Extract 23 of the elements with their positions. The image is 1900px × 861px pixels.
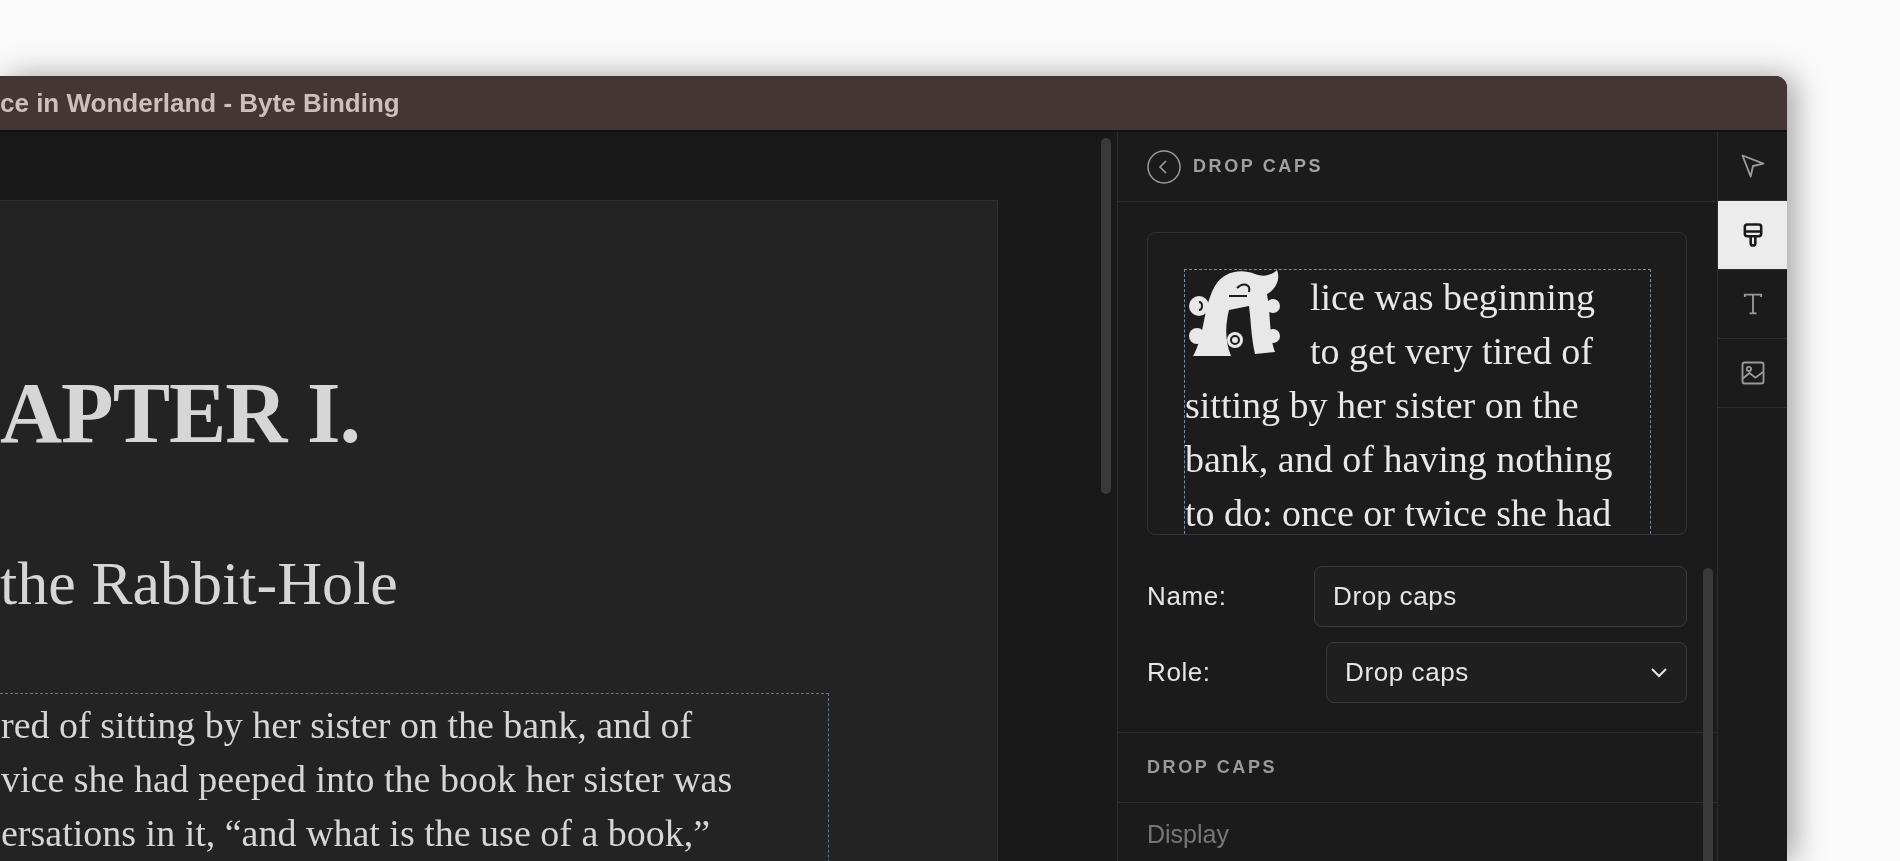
property-label: Display [1147,819,1229,849]
preview-text-line: to do: once or twice she had [1185,491,1613,534]
back-icon[interactable] [1147,149,1181,184]
field-label: Name: [1147,581,1228,612]
paragraph-line: ersations in it, “and what is the use of a book,” [1,811,712,856]
field-label: Role: [1147,657,1212,688]
tool-button[interactable] [1718,201,1787,270]
preview-text-line: lice was beginning [1310,275,1595,320]
chevron-down-icon [1650,666,1668,679]
preview-text-line: to get very tired of [1310,329,1594,374]
paragraph-line: red of sitting by her sister on the bank, and of [1,703,694,748]
chapter-heading: APTER I. [0,366,361,461]
chapter-subtitle: the Rabbit-Hole [0,547,399,619]
preview-text-line: sitting by her sister on the [1185,383,1580,428]
name-field[interactable]: Drop caps [1314,566,1687,627]
role-dropdown[interactable]: Drop caps [1326,642,1687,703]
panel-title: DROP CAPS [1193,156,1324,177]
scrollbar[interactable] [1703,568,1713,861]
section-heading: DROP CAPS [1147,757,1278,778]
preview-text-line: bank, and of having nothing [1185,437,1614,482]
paragraph-line: vice she had peeped into the book her sister was [1,757,734,802]
window-title: ce in Wonderland - Byte Binding [0,87,400,119]
scrollbar[interactable] [1101,138,1111,494]
